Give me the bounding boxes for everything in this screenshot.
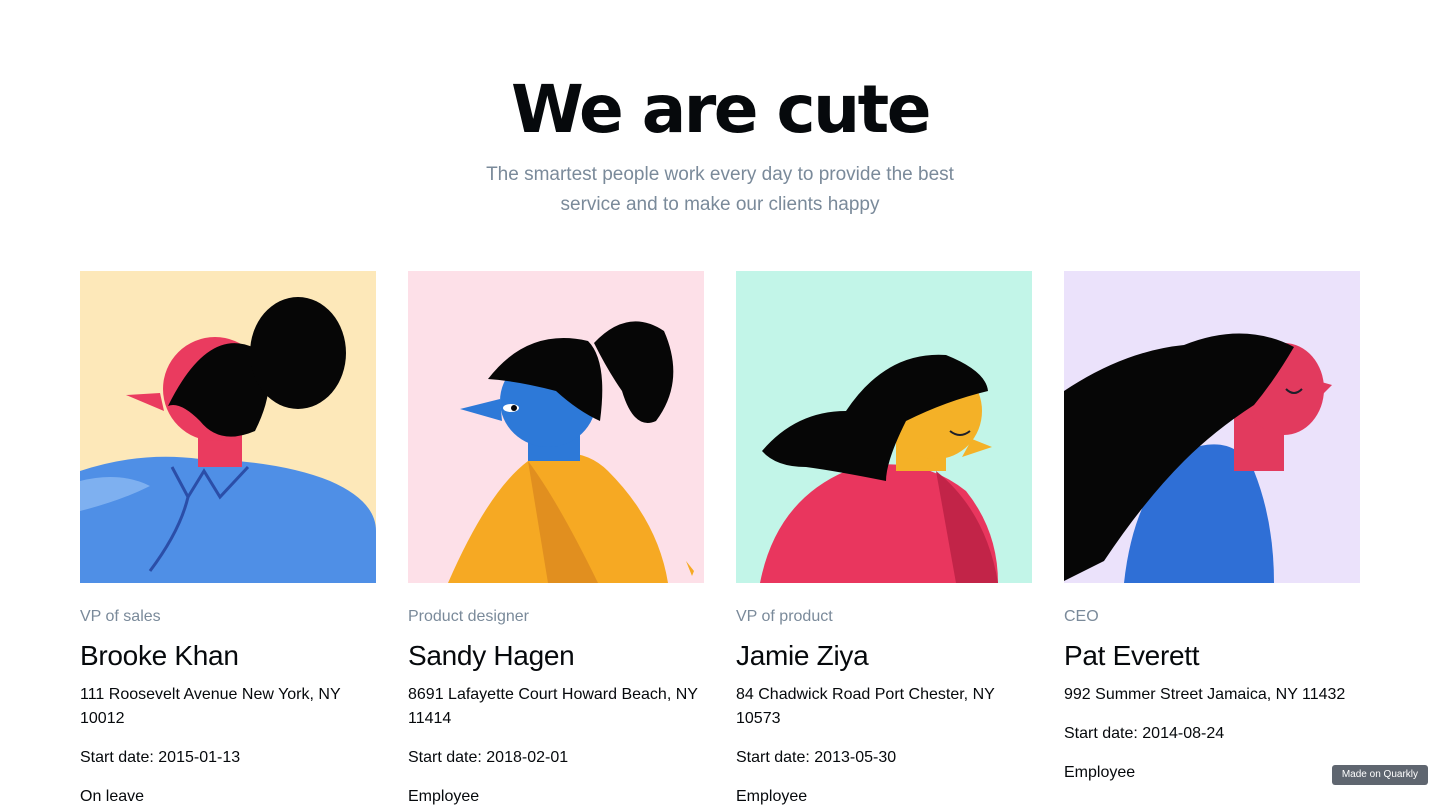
member-role: CEO xyxy=(1064,608,1099,625)
team-card-brooke-khan: VP of sales Brooke Khan 111 Roosevelt Av… xyxy=(80,271,376,809)
team-card-jamie-ziya: VP of product Jamie Ziya 84 Chadwick Roa… xyxy=(736,271,1032,809)
member-role: VP of product xyxy=(736,608,833,625)
page-title: We are cute xyxy=(511,71,931,148)
member-status: Employee xyxy=(1064,764,1136,781)
portrait-image xyxy=(736,271,1032,583)
member-role: VP of sales xyxy=(80,608,161,625)
hero-section: We are cute The smartest people work eve… xyxy=(0,0,1440,220)
member-status: Employee xyxy=(736,788,808,805)
member-address: 992 Summer Street Jamaica, NY 11432 xyxy=(1064,686,1346,703)
portrait-image xyxy=(80,271,376,583)
member-status: On leave xyxy=(80,788,145,805)
member-start-date: Start date: 2018-02-01 xyxy=(408,749,569,766)
member-address: 84 Chadwick Road Port Chester, NY 10573 xyxy=(736,686,995,727)
member-name: Pat Everett xyxy=(1064,640,1200,671)
member-name: Jamie Ziya xyxy=(736,640,869,671)
team-card-pat-everett: CEO Pat Everett 992 Summer Street Jamaic… xyxy=(1064,271,1360,809)
member-start-date: Start date: 2013-05-30 xyxy=(736,749,897,766)
team-card-sandy-hagen: Product designer Sandy Hagen 8691 Lafaye… xyxy=(408,271,704,809)
portrait-image xyxy=(408,271,704,583)
member-status: Employee xyxy=(408,788,480,805)
member-address: 111 Roosevelt Avenue New York, NY 10012 xyxy=(80,686,341,727)
page-subtitle: The smartest people work every day to pr… xyxy=(486,164,954,215)
member-address: 8691 Lafayette Court Howard Beach, NY 11… xyxy=(408,686,698,727)
member-name: Sandy Hagen xyxy=(408,640,575,671)
member-name: Brooke Khan xyxy=(80,640,239,671)
portrait-image xyxy=(1064,271,1360,583)
made-on-quarkly-badge[interactable]: Made on Quarkly xyxy=(1331,765,1428,785)
member-role: Product designer xyxy=(408,608,529,625)
team-grid: VP of sales Brooke Khan 111 Roosevelt Av… xyxy=(80,271,1360,809)
member-start-date: Start date: 2014-08-24 xyxy=(1064,725,1225,742)
member-start-date: Start date: 2015-01-13 xyxy=(80,749,241,766)
